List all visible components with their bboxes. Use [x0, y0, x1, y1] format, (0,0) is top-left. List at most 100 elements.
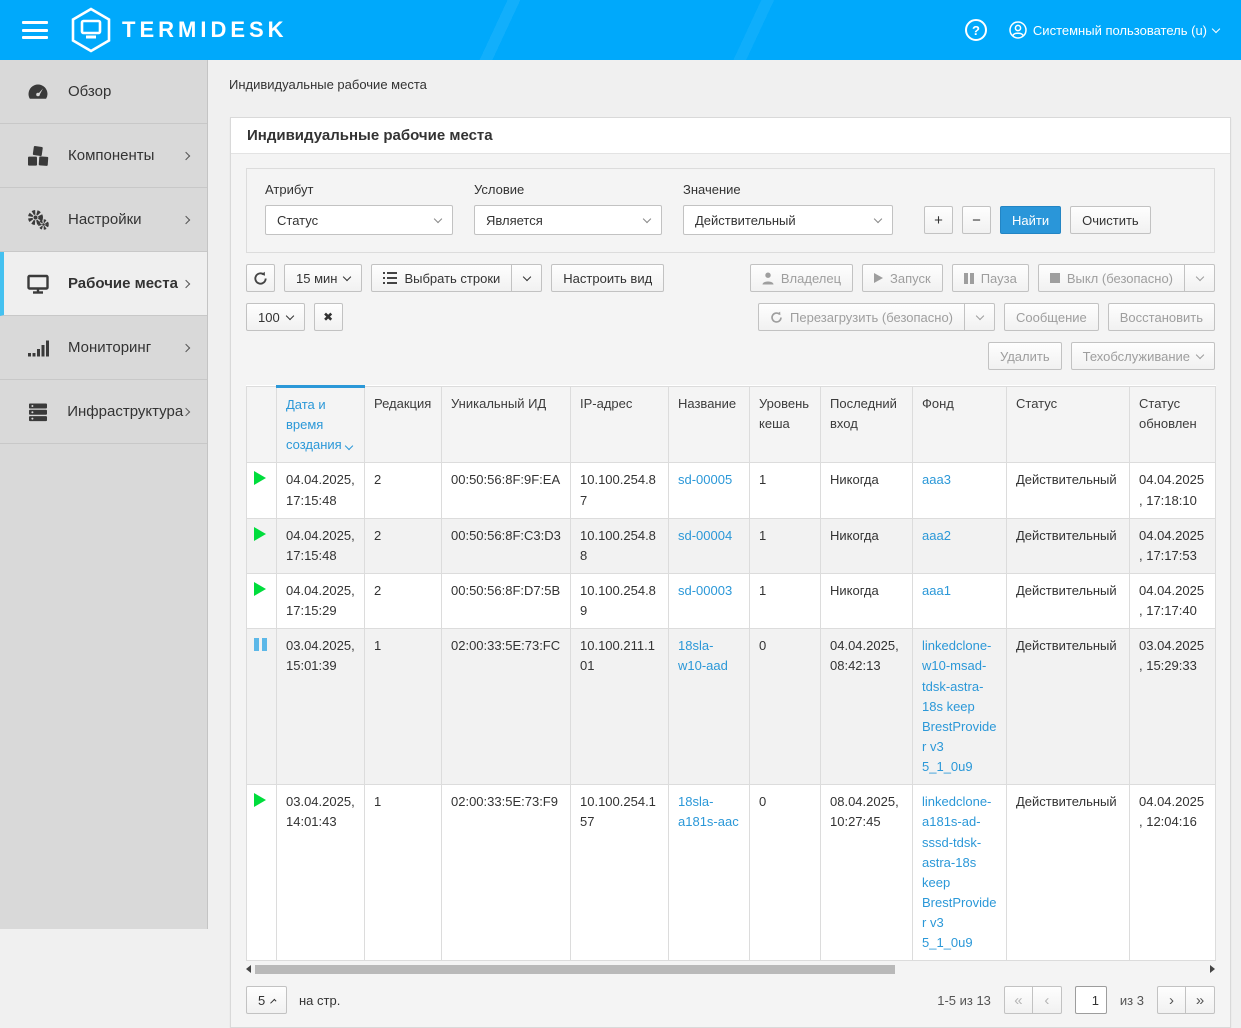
select-rows-caret-button[interactable] — [512, 264, 542, 292]
cell-ip: 10.100.254.89 — [571, 573, 669, 628]
state-cell — [247, 463, 277, 518]
attribute-select[interactable]: Статус — [265, 205, 453, 235]
name-link[interactable]: sd-00003 — [678, 583, 732, 598]
pool-link[interactable]: linkedclone-w10-msad-tdsk-astra-18s keep… — [922, 638, 996, 774]
power-off-safe-label: Выкл (безопасно) — [1067, 271, 1173, 286]
user-menu[interactable]: Системный пользователь (u) — [1009, 21, 1219, 39]
sidebar-item-monitoring[interactable]: Мониторинг — [0, 316, 207, 380]
running-play-icon[interactable] — [254, 793, 266, 807]
next-page-button[interactable]: › — [1157, 986, 1186, 1014]
logo-text: TERMIDESK — [122, 17, 288, 43]
cell-status_updated: 04.04.2025, 17:17:40 — [1130, 573, 1216, 628]
cell-status_updated: 03.04.2025, 15:29:33 — [1130, 629, 1216, 785]
sidebar-item-components[interactable]: Компоненты — [0, 124, 207, 188]
cell-status_updated: 04.04.2025, 12:04:16 — [1130, 785, 1216, 961]
page-size-dropdown[interactable]: 100 — [246, 303, 305, 331]
last-page-button[interactable]: » — [1186, 986, 1215, 1014]
workplaces-panel: Индивидуальные рабочие места Атрибут Ста… — [230, 117, 1231, 1028]
select-rows-button[interactable]: Выбрать строки — [371, 264, 512, 292]
refresh-icon — [770, 311, 783, 324]
clear-button[interactable]: Очистить — [1070, 206, 1151, 234]
name-link[interactable]: 18sla-a181s-aac — [678, 794, 739, 829]
add-filter-button[interactable]: + — [924, 206, 953, 234]
maintenance-dropdown[interactable]: Техобслуживание — [1071, 342, 1215, 370]
cell-created: 04.04.2025, 17:15:29 — [277, 573, 365, 628]
column-header-last_login[interactable]: Последний вход — [821, 387, 913, 463]
page-number-input[interactable] — [1075, 986, 1107, 1014]
chevron-down-icon — [1195, 272, 1203, 280]
pool-link[interactable]: aaa1 — [922, 583, 951, 598]
refresh-button[interactable] — [246, 264, 275, 292]
clear-selection-button[interactable]: ✖ — [314, 303, 343, 331]
menu-icon[interactable] — [22, 21, 48, 39]
sidebar-item-workplaces[interactable]: Рабочие места — [0, 252, 207, 316]
prev-page-button[interactable]: ‹ — [1033, 986, 1062, 1014]
settings-icon — [26, 208, 52, 232]
condition-select[interactable]: Является — [474, 205, 662, 235]
pool-link[interactable]: linkedclone-a181s-ad-sssd-tdsk-astra-18s… — [922, 794, 996, 950]
help-icon[interactable]: ? — [965, 19, 987, 41]
delete-button[interactable]: Удалить — [988, 342, 1062, 370]
cell-created: 04.04.2025, 17:15:48 — [277, 518, 365, 573]
sidebar-item-infrastructure[interactable]: Инфраструктура — [0, 380, 207, 444]
column-header-ip[interactable]: IP-адрес — [571, 387, 669, 463]
scroll-left-icon[interactable] — [246, 965, 251, 973]
owner-button[interactable]: Владелец — [750, 264, 853, 292]
scroll-right-icon[interactable] — [1210, 965, 1215, 973]
cell-pool: aaa3 — [913, 463, 1007, 518]
pause-button[interactable]: Пауза — [952, 264, 1029, 292]
paused-pause-icon[interactable] — [254, 638, 259, 651]
power-off-safe-button[interactable]: Выкл (безопасно) — [1038, 264, 1185, 292]
sidebar-item-label: Мониторинг — [68, 339, 151, 356]
cell-text: 04.04.2025, 17:15:48 — [286, 528, 355, 563]
scrollbar-track[interactable] — [253, 965, 1205, 974]
sidebar-item-label: Обзор — [68, 83, 111, 100]
start-label: Запуск — [890, 271, 931, 286]
scrollbar-thumb[interactable] — [255, 965, 895, 974]
column-header-pool[interactable]: Фонд — [913, 387, 1007, 463]
value-label: Значение — [683, 182, 893, 197]
column-header-uid[interactable]: Уникальный ИД — [442, 387, 571, 463]
search-button[interactable]: Найти — [1000, 206, 1061, 234]
column-header-status[interactable]: Статус — [1007, 387, 1130, 463]
column-header-name[interactable]: Название — [669, 387, 750, 463]
column-header-state[interactable] — [247, 387, 277, 463]
user-name: Системный пользователь (u) — [1033, 23, 1207, 38]
pool-link[interactable]: aaa2 — [922, 528, 951, 543]
cell-text: 10.100.254.88 — [580, 528, 656, 563]
per-page-value: 5 — [258, 993, 265, 1008]
table-row: 03.04.2025, 15:01:39102:00:33:5E:73:FC10… — [247, 629, 1216, 785]
chevron-down-icon — [874, 214, 882, 222]
restore-button[interactable]: Восстановить — [1108, 303, 1215, 331]
pool-link[interactable]: aaa3 — [922, 472, 951, 487]
reboot-caret-button[interactable] — [965, 303, 995, 331]
cell-text: Никогда — [830, 528, 879, 543]
first-page-button[interactable]: « — [1004, 986, 1033, 1014]
name-link[interactable]: sd-00004 — [678, 528, 732, 543]
name-link[interactable]: sd-00005 — [678, 472, 732, 487]
name-link[interactable]: 18sla-w10-aad — [678, 638, 728, 673]
reboot-safe-button[interactable]: Перезагрузить (безопасно) — [758, 303, 965, 331]
configure-view-button[interactable]: Настроить вид — [551, 264, 664, 292]
cell-text: Никогда — [830, 583, 879, 598]
pause-label: Пауза — [981, 271, 1017, 286]
state-cell — [247, 573, 277, 628]
sidebar-item-settings[interactable]: Настройки — [0, 188, 207, 252]
column-header-cache_level[interactable]: Уровень кеша — [750, 387, 821, 463]
cell-text: 1 — [759, 472, 766, 487]
running-play-icon[interactable] — [254, 471, 266, 485]
running-play-icon[interactable] — [254, 527, 266, 541]
per-page-dropdown[interactable]: 5 — [246, 986, 287, 1014]
column-label: Название — [678, 396, 736, 411]
column-header-revision[interactable]: Редакция — [365, 387, 442, 463]
value-select[interactable]: Действительный — [683, 205, 893, 235]
running-play-icon[interactable] — [254, 582, 266, 596]
remove-filter-button[interactable]: − — [962, 206, 991, 234]
column-header-status_updated[interactable]: Статус обновлен — [1130, 387, 1216, 463]
interval-dropdown[interactable]: 15 мин — [284, 264, 362, 292]
sidebar-item-overview[interactable]: Обзор — [0, 60, 207, 124]
message-button[interactable]: Сообщение — [1004, 303, 1099, 331]
power-off-caret-button[interactable] — [1185, 264, 1215, 292]
start-button[interactable]: Запуск — [862, 264, 943, 292]
column-header-created[interactable]: Дата и время создания — [277, 387, 365, 463]
